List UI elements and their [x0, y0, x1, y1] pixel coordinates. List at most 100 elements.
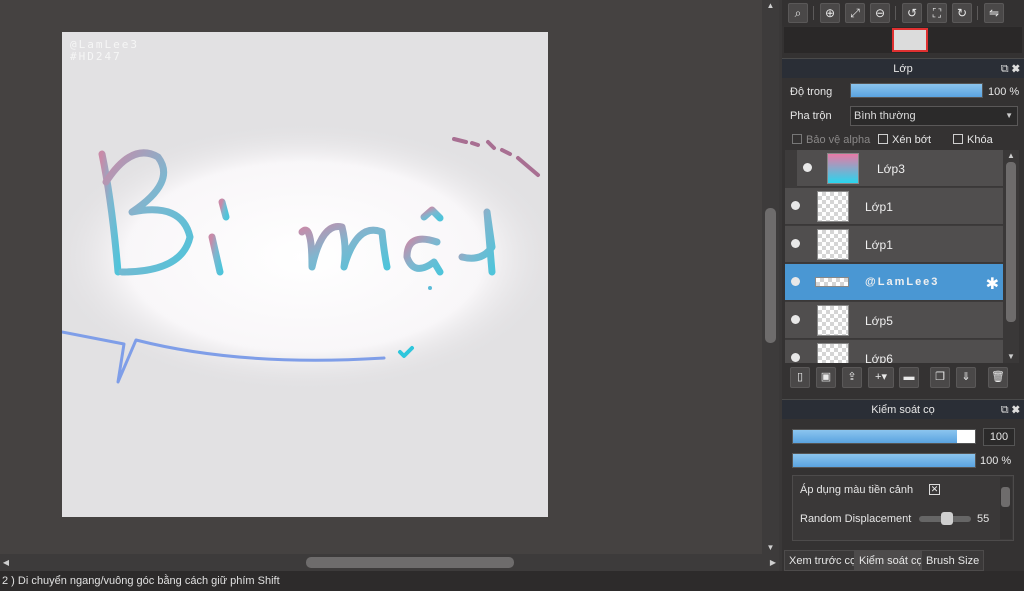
- scroll-down-arrow-icon[interactable]: ▼: [762, 542, 779, 554]
- artwork-drawing: [62, 122, 548, 392]
- separator: [895, 6, 896, 20]
- zoom-in-icon[interactable]: ⊕: [820, 3, 840, 23]
- visibility-eye-icon[interactable]: [791, 201, 800, 210]
- scroll-thumb[interactable]: [1001, 487, 1010, 507]
- opacity-label: Độ trong: [790, 86, 833, 98]
- blend-mode-value: Bình thường: [854, 110, 916, 122]
- layer-opacity-slider[interactable]: [850, 83, 983, 98]
- delete-layer-icon[interactable]: 🗑: [988, 367, 1008, 388]
- blend-mode-select[interactable]: Bình thường ▼: [850, 106, 1018, 126]
- layer-row[interactable]: Lớp1: [785, 188, 1003, 225]
- brush-size-value[interactable]: 100: [983, 428, 1015, 446]
- layer-thumbnail: [817, 229, 849, 260]
- add-layer-menu-icon[interactable]: +▾: [868, 367, 894, 388]
- random-displacement-value: 55: [977, 513, 990, 525]
- brush-tabs: Xem trước cọ Kiểm soát cọ Brush Size: [782, 548, 1024, 571]
- random-displacement-slider[interactable]: [919, 512, 971, 525]
- layer-name: @LamLee3: [865, 276, 940, 288]
- rotate-right-icon[interactable]: ↻: [952, 3, 972, 23]
- close-icon[interactable]: ✖: [1012, 63, 1020, 75]
- scroll-thumb[interactable]: [1006, 162, 1016, 322]
- canvas-horizontal-scrollbar[interactable]: ◀ ▶: [0, 554, 779, 571]
- folder-icon[interactable]: ▬: [899, 367, 919, 388]
- lock-checkbox[interactable]: Khóa: [953, 133, 993, 147]
- zoom-out-icon[interactable]: ⊖: [870, 3, 890, 23]
- clipping-checkbox[interactable]: Xén bớt: [878, 133, 931, 147]
- brush-options-box: Áp dụng màu tiền cảnh ✕ Random Displacem…: [792, 475, 1014, 541]
- popout-icon[interactable]: ⧉: [1001, 63, 1009, 75]
- slider-knob[interactable]: [941, 512, 953, 525]
- rotate-left-icon[interactable]: ↺: [902, 3, 922, 23]
- navigator-thumbnail[interactable]: [892, 28, 928, 52]
- navigator-preview[interactable]: [784, 27, 1022, 53]
- status-bar: 2 ) Di chuyển ngang/vuông góc bằng cách …: [0, 571, 1024, 591]
- panel-window-controls: ⧉ ✖: [1001, 59, 1020, 79]
- layer-opacity-value: 100 %: [988, 86, 1020, 98]
- visibility-eye-icon[interactable]: [791, 353, 800, 362]
- duplicate-layer-icon[interactable]: ❐: [930, 367, 950, 388]
- layer-thumbnail: [827, 153, 859, 184]
- layer-name: Lớp5: [865, 314, 893, 328]
- brush-control-title: Kiểm soát cọ: [871, 404, 935, 416]
- layer-row[interactable]: Lớp6: [785, 340, 1003, 363]
- layer-row-selected[interactable]: @LamLee3 ✱: [785, 264, 1003, 301]
- tab-brush-preview[interactable]: Xem trước cọ: [784, 550, 862, 571]
- scroll-up-arrow-icon[interactable]: ▲: [762, 0, 779, 12]
- protect-alpha-label: Bảo vệ alpha: [806, 134, 871, 146]
- layer-name: Lớp3: [877, 162, 905, 176]
- protect-alpha-checkbox[interactable]: Bảo vệ alpha: [792, 133, 870, 147]
- flip-horizontal-icon[interactable]: ⇋: [984, 3, 1004, 23]
- layer-thumbnail: [815, 277, 849, 287]
- scroll-right-arrow-icon[interactable]: ▶: [767, 554, 779, 571]
- scroll-thumb[interactable]: [765, 208, 776, 343]
- visibility-eye-icon[interactable]: [803, 163, 812, 172]
- lock-label: Khóa: [967, 134, 993, 146]
- app-window: @LamLee3 #HD247 ▲ ▼ ◀ ▶ 2 ) Di chuyển ng…: [0, 0, 1024, 591]
- fit-window-icon[interactable]: ⤢: [845, 3, 865, 23]
- layer-row[interactable]: Lớp3: [797, 150, 1003, 187]
- merge-down-icon[interactable]: ⇓: [956, 367, 976, 388]
- layer-thumbnail: [817, 343, 849, 363]
- layer-name: Lớp6: [865, 352, 893, 363]
- separator: [977, 6, 978, 20]
- random-displacement-label: Random Displacement: [800, 513, 912, 525]
- brush-control-panel-header: Kiểm soát cọ ⧉ ✖: [782, 399, 1024, 419]
- popout-icon[interactable]: ⧉: [1001, 404, 1009, 416]
- apply-fg-color-checkbox[interactable]: ✕: [929, 484, 940, 495]
- layer-list-scrollbar[interactable]: ▲ ▼: [1003, 150, 1019, 363]
- new-halftone-layer-icon[interactable]: ▣: [816, 367, 836, 388]
- brush-options-scrollbar[interactable]: [1000, 477, 1012, 539]
- scroll-up-arrow-icon[interactable]: ▲: [1003, 150, 1019, 162]
- canvas-area[interactable]: @LamLee3 #HD247: [0, 0, 779, 571]
- import-layer-icon[interactable]: ⇪: [842, 367, 862, 388]
- layer-thumbnail: [817, 305, 849, 336]
- tab-brush-control[interactable]: Kiểm soát cọ: [854, 550, 928, 571]
- brush-opacity-value: 100 %: [980, 455, 1012, 467]
- new-layer-icon[interactable]: ▯: [790, 367, 810, 388]
- layer-name: Lớp1: [865, 238, 893, 252]
- layer-name: Lớp1: [865, 200, 893, 214]
- scroll-thumb[interactable]: [306, 557, 514, 568]
- brush-opacity-slider[interactable]: [792, 453, 976, 468]
- clipping-label: Xén bớt: [892, 134, 932, 146]
- canvas-vertical-scrollbar[interactable]: ▲ ▼: [762, 0, 779, 554]
- checkbox-box: [792, 134, 802, 144]
- artwork-canvas[interactable]: @LamLee3 #HD247: [62, 32, 548, 517]
- tab-brush-size[interactable]: Brush Size: [921, 550, 985, 571]
- visibility-eye-icon[interactable]: [791, 315, 800, 324]
- checkbox-box: [878, 134, 888, 144]
- visibility-eye-icon[interactable]: [791, 239, 800, 248]
- reset-view-icon[interactable]: ⛶: [927, 3, 947, 23]
- gear-icon[interactable]: ✱: [986, 274, 999, 294]
- brush-size-slider[interactable]: [792, 429, 976, 444]
- slider-fill: [793, 454, 975, 467]
- checkbox-box: [953, 134, 963, 144]
- chevron-down-icon: ▼: [1005, 111, 1013, 120]
- scroll-left-arrow-icon[interactable]: ◀: [0, 554, 12, 571]
- zoom-fit-icon[interactable]: ⌕: [788, 3, 808, 23]
- layer-row[interactable]: Lớp1: [785, 226, 1003, 263]
- layer-row[interactable]: Lớp5: [785, 302, 1003, 339]
- scroll-down-arrow-icon[interactable]: ▼: [1003, 351, 1019, 363]
- visibility-eye-icon[interactable]: [791, 277, 800, 286]
- close-icon[interactable]: ✖: [1012, 404, 1020, 416]
